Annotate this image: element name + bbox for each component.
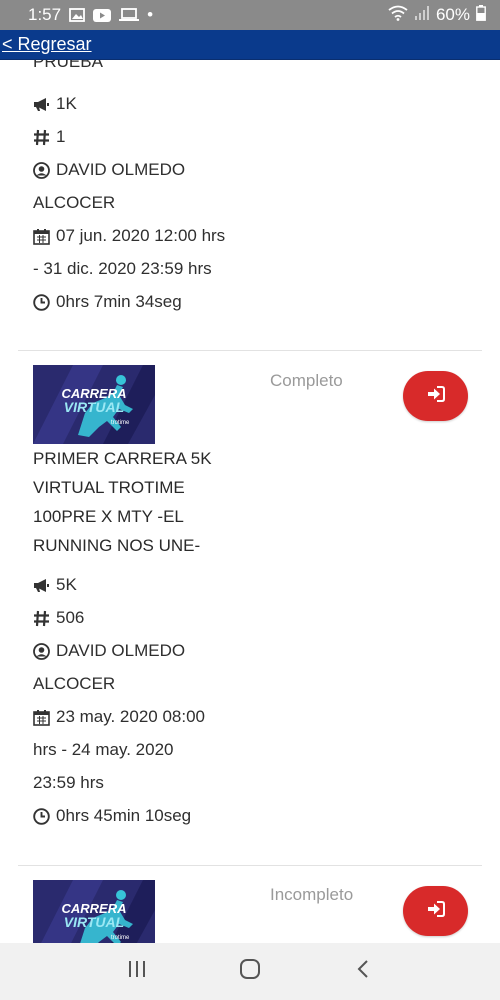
battery-icon [476,4,486,26]
distance-row: 5K [33,575,77,595]
wifi-icon [388,5,408,26]
runner-name-line2: ALCOCER [33,193,116,212]
elapsed-time: 0hrs 45min 10seg [56,806,192,825]
status-badge: Completo [270,371,343,390]
status-bar: 1:57 • 60% [0,0,500,30]
race-thumbnail: CARRERA VIRTUAL trotime [33,365,155,444]
distance-value: 5K [56,575,77,594]
megaphone-icon [33,96,50,113]
battery-percent: 60% [435,5,470,24]
top-nav-bar: < Regresar [0,30,500,60]
runner-row: DAVID OLMEDO [33,160,185,180]
date-row: 07 jun. 2020 12:00 hrs [33,226,225,246]
status-badge: Incompleto [270,885,354,904]
thumbnail-brand: trotime [111,935,130,941]
distance-value: 1K [56,94,77,113]
clock: 1:57 [28,5,62,24]
sign-in-icon [427,385,445,407]
signal-icon [414,5,430,26]
date-row: 23 may. 2020 08:00 [33,707,205,727]
distance-row: 1K [33,94,77,114]
hash-icon [33,610,50,627]
runner-name-line2: ALCOCER [33,674,116,693]
race-title-line3: 100PRE X MTY -EL [33,507,184,526]
runner-name-line1: DAVID OLMEDO [56,641,186,660]
time-row: 0hrs 7min 34seg [33,292,182,312]
date-line1: 23 may. 2020 08:00 [56,707,206,726]
user-circle-icon [33,642,50,660]
clock-icon [33,293,50,311]
bib-number-row: 1 [33,127,65,147]
race-list[interactable]: PRUEBA 1K 1 DAVID OLMEDO ALCOCER 07 jun.… [0,60,500,943]
date-line3: 23:59 hrs [33,773,104,792]
thumbnail-line2: VIRTUAL [64,914,124,930]
thumbnail-line2: VIRTUAL [64,399,124,415]
home-button[interactable] [230,952,270,992]
date-line1: 07 jun. 2020 12:00 hrs [56,226,226,245]
enter-race-button[interactable] [403,886,468,936]
date-line2: hrs - 24 may. 2020 [33,740,174,759]
home-icon [239,959,261,984]
thumbnail-brand: trotime [111,420,130,426]
laptop-icon [119,8,140,22]
runner-row: DAVID OLMEDO [33,641,185,661]
date-line2: - 31 dic. 2020 23:59 hrs [33,259,212,278]
hash-icon [33,129,50,146]
megaphone-icon [33,577,50,594]
race-title-line1: PRIMER CARRERA 5K [33,449,212,468]
race-thumbnail: CARRERA VIRTUAL trotime [33,880,155,943]
card-divider [18,350,482,351]
youtube-icon [93,8,112,22]
back-link[interactable]: < Regresar [2,34,92,55]
clock-icon [33,807,50,825]
user-circle-icon [33,161,50,179]
image-icon [69,8,85,22]
card-divider [18,865,482,866]
runner-name-line1: DAVID OLMEDO [56,160,186,179]
recents-icon [127,960,147,983]
enter-race-button[interactable] [403,371,468,421]
bib-number-value: 506 [56,608,85,627]
calendar-icon [33,709,50,726]
sign-in-icon [427,900,445,922]
calendar-icon [33,228,50,245]
back-button[interactable] [343,952,383,992]
race-title-line4: RUNNING NOS UNE- [33,536,201,555]
race-title-line2: VIRTUAL TROTIME [33,478,185,497]
time-row: 0hrs 45min 10seg [33,806,191,826]
bib-number-value: 1 [56,127,66,146]
back-chevron-icon [356,959,370,984]
elapsed-time: 0hrs 7min 34seg [56,292,182,311]
race-title: PRIMER CARRERA 5K VIRTUAL TROTIME 100PRE… [33,444,243,560]
system-nav-bar [0,943,500,1000]
bib-number-row: 506 [33,608,84,628]
race-title: PRUEBA [33,60,103,71]
recent-apps-button[interactable] [117,952,157,992]
notification-dot: • [147,5,154,24]
